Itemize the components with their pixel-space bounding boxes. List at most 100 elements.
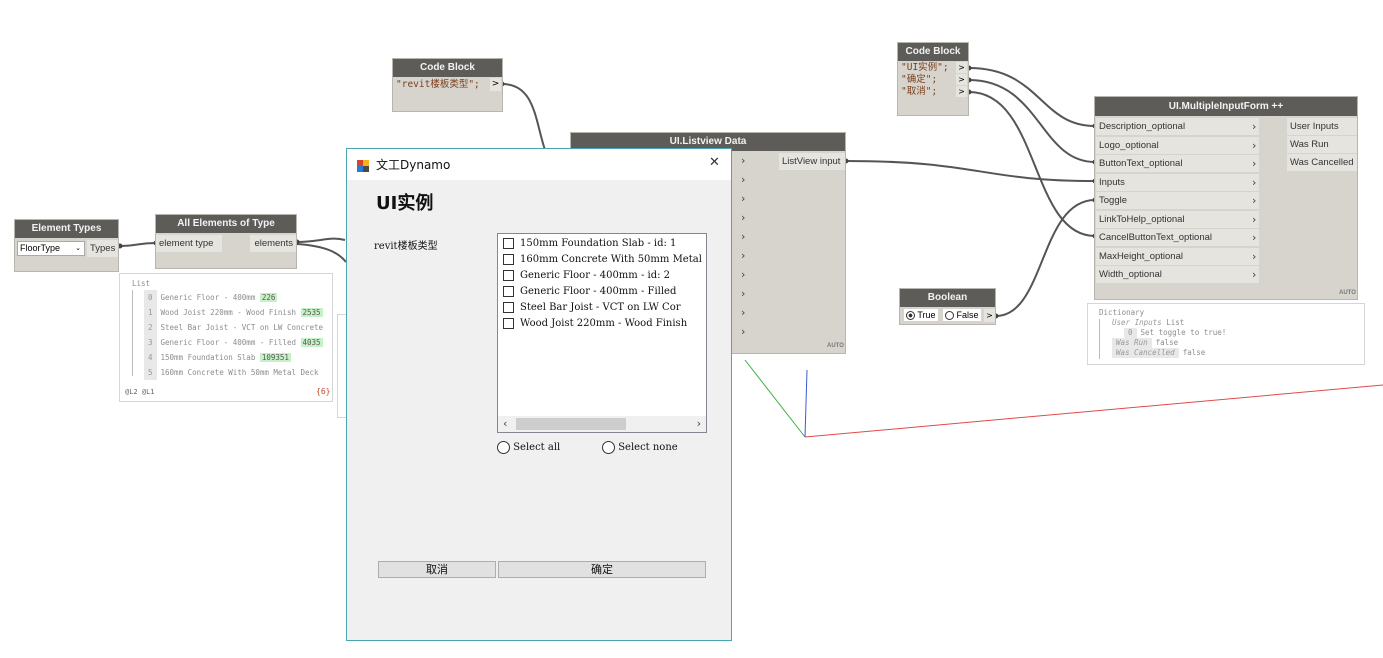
checkbox[interactable] bbox=[503, 238, 514, 249]
scroll-right-icon[interactable]: › bbox=[697, 416, 701, 432]
code-line[interactable]: "取消"; bbox=[901, 86, 937, 98]
input-arrow-icon[interactable]: › bbox=[1252, 174, 1256, 191]
list-preview-bubble: List 0 Generic Floor - 400mm 226 1 Wood Jo… bbox=[119, 273, 333, 402]
output-port[interactable]: > bbox=[956, 74, 967, 85]
floor-type-dropdown[interactable]: FloorType ⌄ bbox=[17, 241, 85, 256]
list-tree-line bbox=[132, 290, 133, 376]
input-arrow-icon[interactable]: › bbox=[1252, 155, 1256, 172]
input-port-cancelbuttontext-optional[interactable]: CancelButtonText_optional bbox=[1096, 229, 1259, 246]
dynamo-app-icon bbox=[357, 157, 369, 172]
input-arrow-icon[interactable]: › bbox=[741, 285, 745, 302]
list-item[interactable]: Generic Floor - 400mm - id: 2 bbox=[503, 268, 702, 284]
output-port-listview-input[interactable]: ListView input bbox=[779, 153, 845, 170]
radio-icon bbox=[602, 441, 615, 454]
dialog-window[interactable]: 文工Dynamo ✕ UI实例 revit楼板类型 150mm Foundati… bbox=[346, 148, 732, 641]
auto-label: AUTO bbox=[827, 343, 844, 349]
output-port-was-run[interactable]: Was Run bbox=[1287, 136, 1357, 153]
input-arrow-icon[interactable]: › bbox=[1252, 118, 1256, 135]
dictionary-header: Dictionary bbox=[1099, 308, 1145, 317]
code-line[interactable]: "确定"; bbox=[901, 74, 937, 86]
input-port-logo-optional[interactable]: Logo_optional bbox=[1096, 136, 1259, 154]
input-arrow-icon[interactable]: › bbox=[741, 323, 745, 340]
input-arrow-icon[interactable]: › bbox=[1252, 211, 1256, 228]
input-arrow-icon[interactable]: › bbox=[741, 304, 745, 321]
node-title: UI.MultipleInputForm ++ bbox=[1095, 97, 1357, 116]
boolean-node[interactable]: Boolean True False > bbox=[899, 288, 996, 325]
list-item[interactable]: Wood Joist 220mm - Wood Finish bbox=[503, 316, 702, 332]
input-arrow-icon[interactable]: › bbox=[1252, 192, 1256, 209]
input-port-element-type[interactable]: element type bbox=[156, 235, 222, 252]
output-port-user-inputs[interactable]: User Inputs bbox=[1287, 118, 1357, 135]
list-item[interactable]: 150mm Foundation Slab - id: 1 bbox=[503, 236, 702, 252]
field-label: revit楼板类型 bbox=[374, 241, 438, 252]
node-title: Code Block bbox=[898, 43, 968, 61]
dictionary-entry: Was Cancelled false bbox=[1112, 348, 1226, 358]
input-port-maxheight-optional[interactable]: MaxHeight_optional bbox=[1096, 247, 1259, 265]
output-port-was-cancelled[interactable]: Was Cancelled bbox=[1287, 154, 1357, 171]
list-item: 5 160mm Concrete With 50mm Metal Deck bbox=[144, 365, 323, 380]
input-arrow-icon[interactable]: › bbox=[1252, 266, 1256, 283]
dialog-heading: UI实例 bbox=[376, 193, 434, 214]
select-all-radio[interactable]: Select all bbox=[497, 441, 560, 454]
code-text[interactable]: "revit楼板类型"; bbox=[396, 79, 480, 91]
list-item: 4 150mm Foundation Slab 109351 bbox=[144, 350, 323, 365]
select-none-radio[interactable]: Select none bbox=[602, 441, 678, 454]
false-radio[interactable]: False bbox=[943, 309, 981, 321]
input-port-linktohelp-optional[interactable]: LinkToHelp_optional bbox=[1096, 210, 1259, 228]
list-item[interactable]: 160mm Concrete With 50mm Metal bbox=[503, 252, 702, 268]
dialog-titlebar[interactable]: 文工Dynamo ✕ bbox=[347, 149, 731, 180]
scrollbar-thumb[interactable] bbox=[516, 418, 626, 430]
code-block-node-2[interactable]: Code Block "UI实例"; "确定"; "取消"; > > > bbox=[897, 42, 969, 116]
list-header: List bbox=[132, 279, 151, 288]
output-port-elements[interactable]: elements bbox=[250, 235, 296, 252]
list-item[interactable]: Steel Bar Joist - VCT on LW Cor bbox=[503, 300, 702, 316]
input-arrow-icon[interactable]: › bbox=[1252, 137, 1256, 154]
input-arrow-icon[interactable]: › bbox=[741, 171, 745, 188]
true-radio[interactable]: True bbox=[904, 309, 938, 321]
input-port-description-optional[interactable]: Description_optional bbox=[1096, 118, 1259, 135]
input-port-toggle[interactable]: Toggle bbox=[1096, 192, 1259, 209]
checkbox[interactable] bbox=[503, 286, 514, 297]
checkbox[interactable] bbox=[503, 318, 514, 329]
input-arrow-icon[interactable]: › bbox=[741, 152, 745, 169]
list-item: 2 Steel Bar Joist - VCT on LW Concrete bbox=[144, 320, 323, 335]
wire-codeblock-to-listview bbox=[501, 83, 546, 151]
checkbox[interactable] bbox=[503, 254, 514, 265]
output-port-types[interactable]: Types bbox=[87, 240, 118, 257]
auto-label: AUTO bbox=[1339, 290, 1356, 296]
input-arrow-icon[interactable]: › bbox=[741, 266, 745, 283]
node-title: Code Block bbox=[393, 59, 502, 77]
multiple-input-form-node[interactable]: UI.MultipleInputForm ++ Description_opti… bbox=[1094, 96, 1358, 300]
input-arrow-icon[interactable]: › bbox=[1252, 229, 1256, 246]
input-arrow-icon[interactable]: › bbox=[741, 190, 745, 207]
list-item[interactable]: Generic Floor - 400mm - Filled bbox=[503, 284, 702, 300]
dictionary-tree-line bbox=[1099, 319, 1100, 359]
horizontal-scrollbar[interactable]: ‹ › bbox=[498, 416, 706, 432]
input-arrow-icon[interactable]: › bbox=[1252, 248, 1256, 265]
checkbox[interactable] bbox=[503, 302, 514, 313]
list-item: 0 Generic Floor - 400mm 226 bbox=[144, 290, 323, 305]
element-types-node[interactable]: Element Types FloorType ⌄ Types bbox=[14, 219, 119, 272]
input-port-width-optional[interactable]: Width_optional bbox=[1096, 266, 1259, 283]
checkbox-list[interactable]: 150mm Foundation Slab - id: 1 160mm Conc… bbox=[497, 233, 707, 433]
ok-button[interactable]: 确定 bbox=[498, 561, 706, 578]
output-port[interactable]: > bbox=[956, 86, 967, 97]
all-elements-of-type-node[interactable]: All Elements of Type element type elemen… bbox=[155, 214, 297, 269]
close-icon[interactable]: ✕ bbox=[709, 155, 720, 170]
scroll-left-icon[interactable]: ‹ bbox=[503, 416, 507, 432]
output-port[interactable]: > bbox=[490, 78, 501, 91]
code-block-node-1[interactable]: Code Block "revit楼板类型"; > bbox=[392, 58, 503, 112]
input-arrow-icon[interactable]: › bbox=[741, 209, 745, 226]
code-line[interactable]: "UI实例"; bbox=[901, 62, 949, 74]
input-port-buttontext-optional[interactable]: ButtonText_optional bbox=[1096, 155, 1259, 172]
node-title: Boolean bbox=[900, 289, 995, 307]
checkbox[interactable] bbox=[503, 270, 514, 281]
input-port-inputs[interactable]: Inputs bbox=[1096, 173, 1259, 191]
input-arrow-icon[interactable]: › bbox=[741, 228, 745, 245]
true-label: True bbox=[917, 310, 936, 320]
output-port[interactable]: > bbox=[984, 309, 995, 322]
cancel-button[interactable]: 取消 bbox=[378, 561, 496, 578]
output-port[interactable]: > bbox=[956, 62, 967, 73]
list-item: 1 Wood Joist 220mm - Wood Finish 2535 bbox=[144, 305, 323, 320]
input-arrow-icon[interactable]: › bbox=[741, 247, 745, 264]
